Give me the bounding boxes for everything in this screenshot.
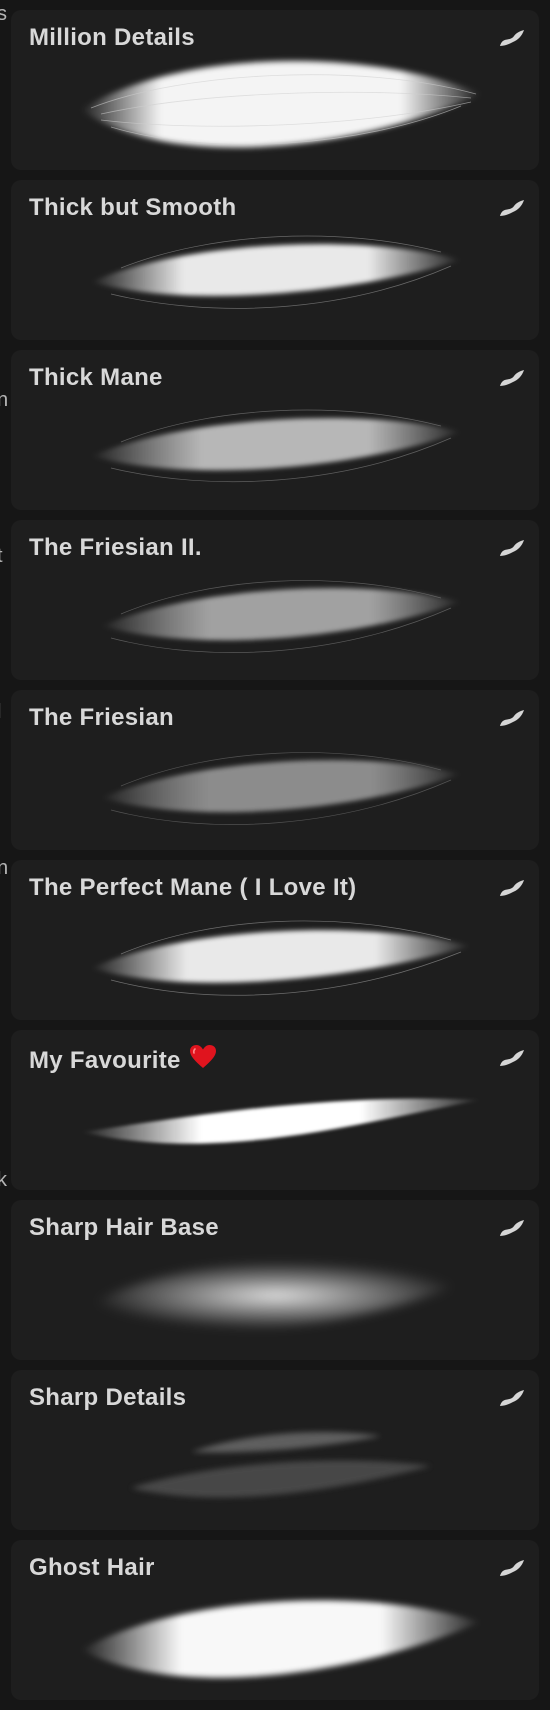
brush-stroke-preview [131, 1432, 431, 1498]
brush-card-my-favourite[interactable]: My Favourite [11, 1030, 539, 1190]
left-edge-letter: l [0, 702, 1, 722]
brush-stroke-preview [91, 409, 461, 483]
procreate-brush-icon [500, 880, 524, 896]
brush-card-million-details[interactable]: Million Details [11, 10, 539, 170]
brush-card-the-perfect-mane[interactable]: The Perfect Mane ( I Love It) [11, 860, 539, 1020]
brush-stroke-preview [91, 920, 471, 996]
brush-stroke-preview [101, 752, 461, 825]
brush-stroke-preview [81, 61, 481, 148]
brush-library-list: Million Details Thick but Smooth Thick M… [11, 10, 539, 1710]
procreate-brush-icon [500, 1220, 524, 1236]
procreate-brush-icon [500, 1560, 524, 1576]
procreate-brush-icon [500, 370, 524, 386]
brush-card-ghost-hair[interactable]: Ghost Hair [11, 1540, 539, 1700]
procreate-brush-icon [500, 1050, 524, 1066]
left-edge-letter: n [0, 857, 9, 879]
brush-stroke-preview [101, 580, 461, 653]
left-edge-letter: t [0, 546, 3, 566]
procreate-brush-icon [500, 200, 524, 216]
procreate-brush-icon [500, 540, 524, 556]
procreate-brush-icon [500, 30, 524, 46]
brush-stroke-preview [91, 1261, 461, 1330]
brush-card-sharp-details[interactable]: Sharp Details [11, 1370, 539, 1530]
brush-card-thick-mane[interactable]: Thick Mane [11, 350, 539, 510]
brush-stroke-preview [81, 1600, 481, 1678]
procreate-brush-icon [500, 1390, 524, 1406]
brush-stroke-preview [91, 235, 461, 309]
brush-card-the-friesian-ii[interactable]: The Friesian II. [11, 520, 539, 680]
left-edge-letter: k [0, 1169, 7, 1191]
left-panel-edge: s n t l n k [0, 0, 10, 1709]
brush-card-thick-but-smooth[interactable]: Thick but Smooth [11, 180, 539, 340]
brush-card-the-friesian[interactable]: The Friesian [11, 690, 539, 850]
brush-card-sharp-hair-base[interactable]: Sharp Hair Base [11, 1200, 539, 1360]
left-edge-letter: n [0, 389, 9, 411]
procreate-brush-icon [500, 710, 524, 726]
brush-stroke-preview [81, 1098, 481, 1144]
left-edge-letter: s [0, 3, 7, 25]
